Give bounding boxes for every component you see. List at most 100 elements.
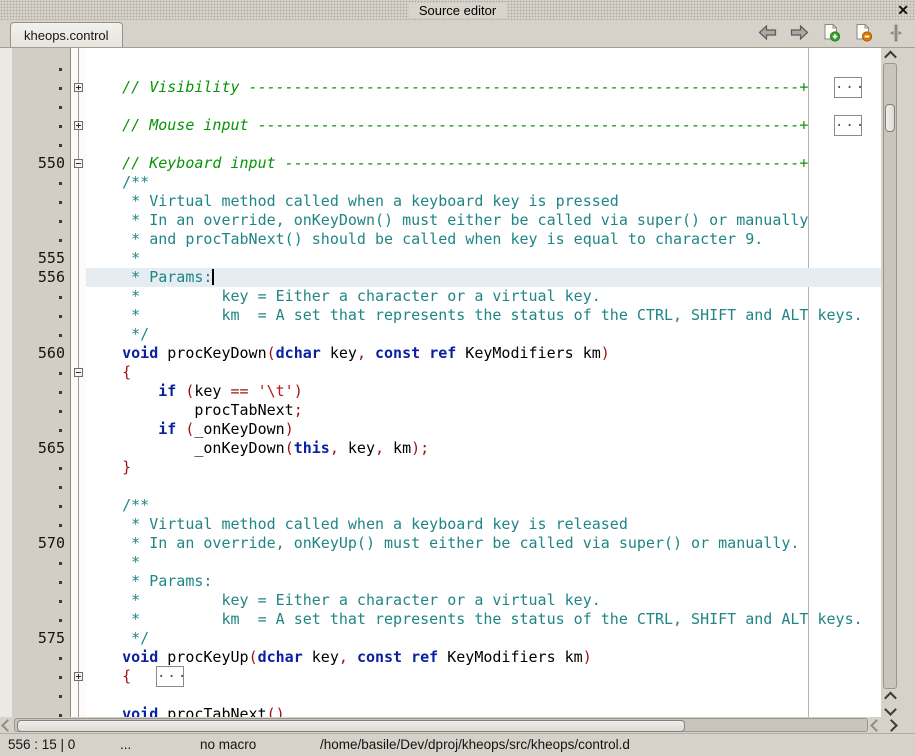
code-token: ) [583,648,592,666]
fold-cell [71,97,86,116]
fold-expand-icon[interactable] [74,672,83,681]
code-line[interactable]: * km = A set that represents the status … [86,610,881,629]
horizontal-scrollbar-track[interactable] [14,718,868,732]
code-line[interactable] [86,135,881,154]
go-forward-button[interactable] [790,23,809,42]
code-line[interactable]: // Keyboard input ----------------------… [86,154,881,173]
code-rows: // Visibility --------------------------… [86,59,881,717]
code-line[interactable]: * km = A set that represents the status … [86,306,881,325]
code-line[interactable]: * key = Either a character or a virtual … [86,287,881,306]
code-token: dchar [258,648,303,666]
go-back-button[interactable] [758,23,777,42]
code-token [420,344,429,362]
new-document-button[interactable] [822,23,841,42]
code-line[interactable]: // Visibility --------------------------… [86,78,881,97]
code-line[interactable]: * In an override, onKeyUp() must either … [86,534,881,553]
vertical-scrollbar[interactable] [881,48,899,717]
line-dot-icon [59,334,62,337]
code-text-area[interactable]: // Visibility --------------------------… [86,48,881,717]
code-line[interactable]: * In an override, onKeyDown() must eithe… [86,211,881,230]
code-line[interactable]: * [86,553,881,572]
gutter-cell [12,59,70,78]
scroll-left-button[interactable] [0,717,15,733]
fold-expand-icon[interactable] [74,121,83,130]
code-line[interactable]: */ [86,629,881,648]
code-line[interactable]: if (key == '\t') [86,382,881,401]
folded-code-ellipsis[interactable]: ... [834,77,862,98]
code-line[interactable]: /** [86,496,881,515]
code-token: * In an override, onKeyUp() must either … [86,534,799,552]
code-token [86,154,122,172]
code-token: () [267,705,285,717]
gutter-cell [12,363,70,382]
fold-collapse-icon[interactable] [74,368,83,377]
fold-expand-icon[interactable] [74,83,83,92]
code-line[interactable]: { [86,363,881,382]
gutter-cell [12,686,70,705]
scroll-left-button-right[interactable] [869,717,884,733]
code-line[interactable]: * Virtual method called when a keyboard … [86,192,881,211]
code-line[interactable]: * key = Either a character or a virtual … [86,591,881,610]
code-line[interactable]: _onKeyDown(this, key, km); [86,439,881,458]
code-token: // Mouse input -------------------------… [122,116,808,134]
code-token: procTabNext [158,705,266,717]
code-token: ) [601,344,610,362]
vertical-scrollbar-track[interactable] [883,63,897,689]
code-token: * key = Either a character or a virtual … [86,287,601,305]
line-dot-icon [59,220,62,223]
code-token: * Virtual method called when a keyboard … [86,515,628,533]
horizontal-scrollbar-thumb[interactable] [17,720,685,732]
fold-margin [70,48,86,717]
line-dot-icon [59,87,62,90]
code-token: * km = A set that represents the status … [86,306,863,324]
close-icon[interactable]: ✕ [897,1,909,19]
code-line[interactable]: */ [86,325,881,344]
horizontal-scrollbar[interactable] [0,717,915,733]
code-line[interactable]: * Virtual method called when a keyboard … [86,515,881,534]
code-token: /** [86,496,149,514]
code-line[interactable]: /** [86,173,881,192]
code-line[interactable]: void procKeyUp(dchar key, const ref KeyM… [86,648,881,667]
vertical-scrollbar-thumb[interactable] [885,104,895,132]
code-line[interactable] [86,97,881,116]
folded-code-ellipsis[interactable]: ... [156,666,184,687]
code-line[interactable]: // Mouse input -------------------------… [86,116,881,135]
fold-collapse-icon[interactable] [74,159,83,168]
code-token: KeyModifiers km [438,648,583,666]
close-document-button[interactable] [854,23,873,42]
scroll-up-button-bottom[interactable] [881,690,899,703]
code-line[interactable]: procTabNext; [86,401,881,420]
scroll-up-button[interactable] [881,49,899,62]
detach-editor-button[interactable] [886,23,905,42]
line-number: 575 [12,629,70,648]
code-line[interactable]: {... [86,667,881,686]
code-token: * Virtual method called when a keyboard … [86,192,619,210]
code-line[interactable] [86,59,881,78]
code-line[interactable]: void procKeyDown(dchar key, const ref Ke… [86,344,881,363]
code-line[interactable]: * Params: [86,572,881,591]
code-line[interactable]: } [86,458,881,477]
fold-cell [71,382,86,401]
line-dot-icon [59,201,62,204]
gutter-cell [12,401,70,420]
code-line[interactable]: if (_onKeyDown) [86,420,881,439]
status-bar: 556 : 15 | 0 ... no macro /home/basile/D… [0,733,915,756]
code-line[interactable]: * and procTabNext() should be called whe… [86,230,881,249]
code-line[interactable]: * [86,249,881,268]
line-number: 565 [12,439,70,458]
tab-kheops-control[interactable]: kheops.control [10,22,123,47]
code-token: == [231,382,249,400]
code-line[interactable] [86,477,881,496]
scroll-down-button[interactable] [881,703,899,716]
folded-code-ellipsis[interactable]: ... [834,115,862,136]
scroll-right-button[interactable] [884,717,899,733]
gutter-cell [12,135,70,154]
code-line[interactable] [86,686,881,705]
title-bar[interactable]: Source editor ✕ [0,0,915,20]
code-token: const [375,344,420,362]
code-token: _onKeyDown [194,420,284,438]
gutter-cell [12,572,70,591]
fold-cell [71,648,86,667]
code-line[interactable]: void procTabNext() [86,705,881,717]
code-line-current[interactable]: * Params: [86,268,881,287]
